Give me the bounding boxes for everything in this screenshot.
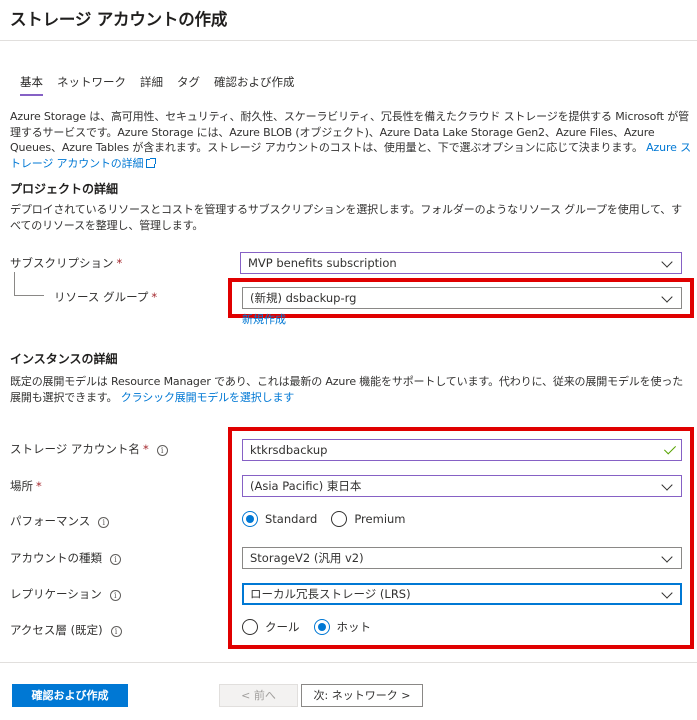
intro-paragraph: Azure Storage は、高可用性、セキュリティ、耐久性、スケーラビリティ… [10,109,692,171]
subscription-dropdown[interactable]: MVP benefits subscription [240,252,682,274]
info-icon[interactable]: i [110,554,121,565]
location-label: 場所 * [10,478,42,494]
replication-label-text: レプリケーション [10,587,102,601]
info-icon[interactable]: i [109,590,121,601]
account-kind-label-text: アカウントの種類 [10,551,102,565]
tab-advanced[interactable]: 詳細 [140,74,163,96]
tab-basics[interactable]: 基本 [20,74,43,96]
performance-label-text: パフォーマンス [10,514,91,528]
account-name-label-text: ストレージ アカウント名 [10,442,140,456]
required-mark: * [151,290,158,304]
account-name-label: ストレージ アカウント名 * i [10,441,168,457]
replication-label: レプリケーション i [10,586,121,602]
project-details-title: プロジェクトの詳細 [10,182,119,196]
classic-deployment-link[interactable]: クラシック展開モデルを選択します [121,391,295,404]
required-mark: * [36,479,42,493]
review-create-button[interactable]: 確認および作成 [12,684,128,707]
required-mark: * [142,442,149,456]
subscription-label: サブスクリプション * [10,255,122,271]
instance-details-highlight [228,427,694,649]
instance-description-text: 既定の展開モデルは Resource Manager であり、これは最新の Az… [10,375,684,404]
info-icon[interactable]: i [98,517,110,528]
resource-group-highlight [228,278,694,318]
previous-button[interactable]: < 前へ [219,684,298,707]
subscription-value: MVP benefits subscription [248,256,397,270]
tree-connector [14,272,15,295]
performance-label: パフォーマンス i [10,513,110,529]
account-kind-label: アカウントの種類 i [10,550,121,566]
title-divider [0,40,697,41]
external-link-icon [146,157,157,168]
instance-details-description: 既定の展開モデルは Resource Manager であり、これは最新の Az… [10,374,692,405]
chevron-down-icon [661,256,673,268]
tab-review-create[interactable]: 確認および作成 [214,74,295,96]
tab-networking[interactable]: ネットワーク [57,74,126,96]
instance-details-title: インスタンスの詳細 [10,352,118,366]
required-mark: * [116,256,123,270]
info-icon[interactable]: i [156,445,168,456]
info-icon[interactable]: i [110,626,122,637]
next-networking-button[interactable]: 次: ネットワーク > [301,684,423,707]
access-tier-label: アクセス層 (既定) i [10,622,122,638]
tab-tags[interactable]: タグ [177,74,200,96]
footer-divider [0,662,697,663]
tree-connector [14,295,44,296]
location-label-text: 場所 [10,479,33,493]
resource-group-label: リソース グループ * [54,289,157,305]
create-new-link[interactable]: 新規作成 [242,311,286,327]
subscription-label-text: サブスクリプション [10,256,114,270]
page-title: ストレージ アカウントの作成 [10,10,228,29]
access-tier-label-text: アクセス層 (既定) [10,623,103,637]
tab-bar: 基本 ネットワーク 詳細 タグ 確認および作成 [20,74,295,96]
project-details-description: デプロイされているリソースとコストを管理するサブスクリプションを選択します。フォ… [10,203,682,232]
intro-text: Azure Storage は、高可用性、セキュリティ、耐久性、スケーラビリティ… [10,110,689,154]
resource-group-label-text: リソース グループ [54,290,149,304]
